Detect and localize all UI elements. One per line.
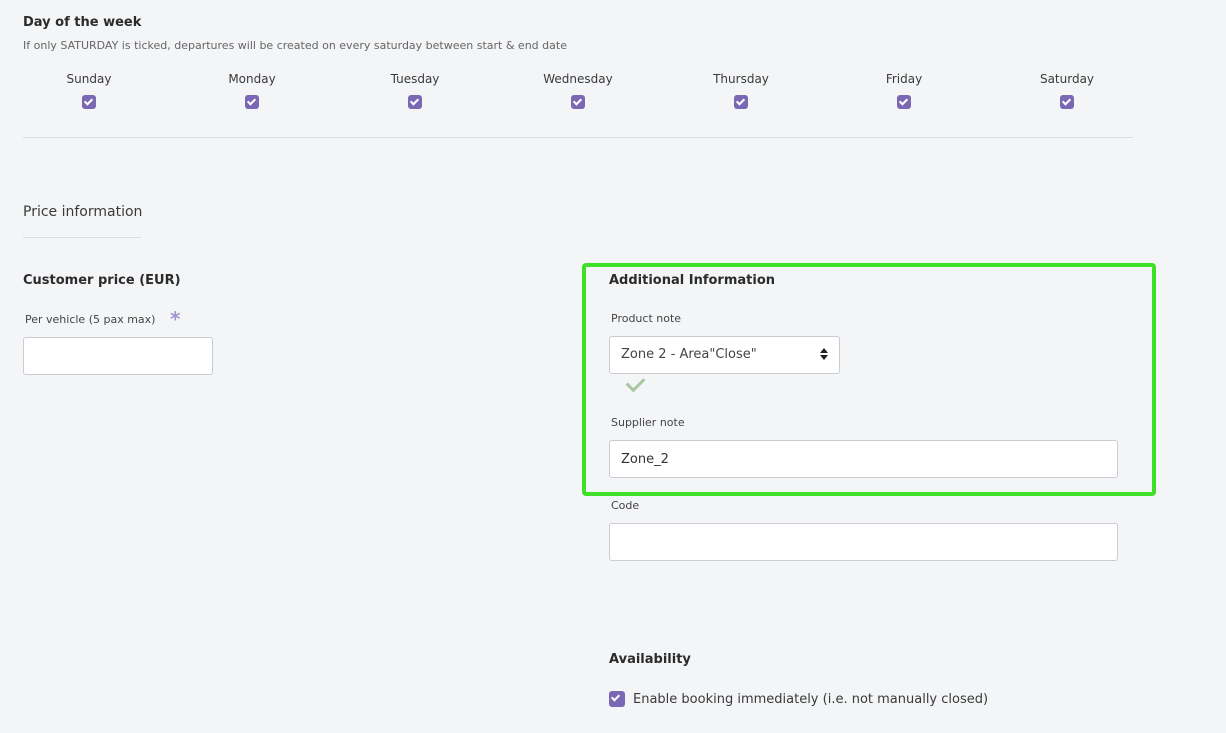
day-saturday: Saturday [1002,72,1132,110]
product-form-page: Day of the week If only SATURDAY is tick… [0,0,1226,733]
product-note-label: Product note [611,312,682,325]
product-note-select[interactable]: Zone 2 - Area"Close" [609,336,840,374]
code-label: Code [611,499,640,512]
day-checkbox-thursday[interactable] [734,94,748,109]
day-checkbox-sunday[interactable] [82,94,96,109]
section-divider [23,137,1133,138]
day-wednesday: Wednesday [513,72,643,110]
supplier-note-input[interactable]: Zone_2 [609,440,1118,478]
day-label-wednesday: Wednesday [543,72,613,86]
day-label-saturday: Saturday [1039,72,1095,86]
per-vehicle-label: Per vehicle (5 pax max) [25,313,156,326]
price-information-title: Price information [23,204,143,220]
day-label-sunday: Sunday [66,72,112,86]
per-vehicle-price-input[interactable] [23,337,213,375]
day-tuesday: Tuesday [350,72,480,110]
day-sunday: Sunday [24,72,154,110]
price-information-underline [23,237,141,238]
day-checkbox-wednesday[interactable] [571,94,585,109]
availability-title: Availability [609,652,691,667]
day-checkbox-saturday[interactable] [1060,94,1074,109]
supplier-note-label: Supplier note [611,416,685,429]
day-of-week-title: Day of the week [23,15,142,30]
additional-information-title: Additional Information [609,273,776,288]
enable-booking-row: Enable booking immediately (i.e. not man… [609,691,988,707]
required-asterisk: * [170,307,181,331]
day-label-friday: Friday [885,72,923,86]
day-label-thursday: Thursday [713,72,769,86]
product-note-selected-value: Zone 2 - Area"Close" [621,347,757,362]
code-input[interactable] [609,523,1118,561]
day-monday: Monday [187,72,317,110]
day-checkbox-friday[interactable] [897,94,911,109]
select-arrows-icon [820,346,828,362]
day-thursday: Thursday [676,72,806,110]
enable-booking-label: Enable booking immediately (i.e. not man… [633,691,989,707]
day-checkbox-monday[interactable] [245,94,259,109]
day-friday: Friday [839,72,969,110]
customer-price-title: Customer price (EUR) [23,273,181,288]
day-checkbox-tuesday[interactable] [408,94,422,109]
day-label-tuesday: Tuesday [390,72,440,86]
enable-booking-checkbox[interactable] [609,691,625,707]
supplier-note-value: Zone_2 [621,452,669,467]
day-label-monday: Monday [228,72,276,86]
day-of-week-hint: If only SATURDAY is ticked, departures w… [23,39,567,52]
